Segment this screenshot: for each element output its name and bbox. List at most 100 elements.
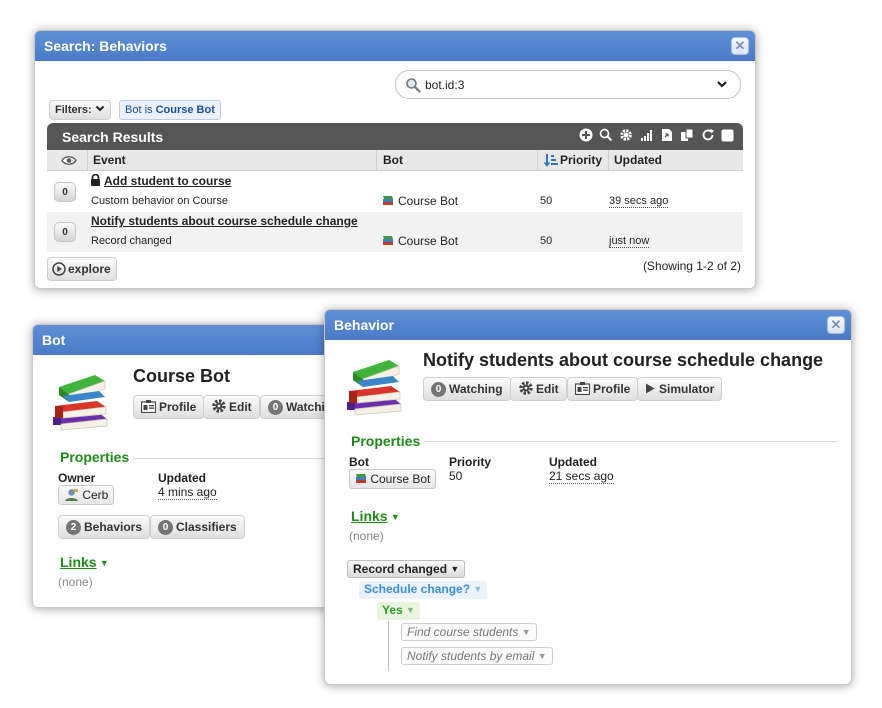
bot-value: Course Bot — [370, 472, 431, 486]
links-toggle[interactable]: Links ▼ — [60, 554, 109, 570]
search-results-title: Search Results — [62, 129, 164, 145]
refresh-icon[interactable] — [701, 128, 718, 145]
bot-label: Bot — [349, 455, 369, 469]
column-bot[interactable]: Bot — [383, 153, 403, 167]
watch-button[interactable]: 0 Watchi — [260, 395, 332, 419]
add-icon[interactable] — [579, 128, 596, 145]
search-icon[interactable] — [599, 128, 616, 145]
table-row[interactable]: 0 Notify students about course schedule … — [47, 212, 743, 252]
priority-label: Priority — [449, 455, 492, 469]
filter-chip-value: Course Bot — [155, 104, 215, 116]
column-priority[interactable]: Priority — [560, 153, 602, 167]
search-popup-title: Search: Behaviors — [44, 38, 167, 54]
chart-icon[interactable] — [640, 128, 657, 145]
links-toggle[interactable]: Links ▼ — [351, 508, 400, 524]
book-stack-icon — [49, 367, 113, 434]
row-priority: 50 — [540, 195, 553, 207]
classifiers-button[interactable]: 0 Classifiers — [150, 515, 245, 539]
updated-label: Updated — [158, 471, 206, 485]
caret-down-icon: ▼ — [537, 651, 547, 661]
owner-label: Owner — [58, 471, 96, 485]
behaviors-button[interactable]: 2 Behaviors — [58, 515, 151, 539]
bot-chip[interactable]: Course Bot — [349, 469, 437, 489]
owner-chip[interactable]: Cerb — [58, 485, 115, 505]
edit-button[interactable]: Edit — [510, 377, 567, 401]
eye-icon[interactable] — [61, 155, 77, 169]
caret-down-icon: ▼ — [473, 584, 483, 594]
chevron-down-icon — [95, 104, 105, 116]
watchers-count[interactable]: 0 — [54, 182, 76, 202]
watching-button[interactable]: 0 Watching — [423, 377, 511, 401]
simulator-label: Simulator — [659, 382, 715, 396]
explore-button[interactable]: explore — [47, 257, 117, 281]
tree-outcome-node[interactable]: Yes ▼ — [377, 602, 420, 620]
caret-down-icon: ▼ — [521, 627, 531, 637]
profile-label: Profile — [159, 400, 197, 414]
close-icon[interactable]: ✕ — [827, 316, 845, 334]
classifiers-label: Classifiers — [176, 520, 237, 534]
links-empty: (none) — [58, 575, 93, 589]
priority-value: 50 — [449, 469, 463, 483]
close-icon[interactable]: ✕ — [731, 37, 749, 55]
results-toolbar — [579, 128, 735, 145]
tree-trigger-node[interactable]: Record changed ▼ — [347, 560, 466, 578]
watch-label: Watchi — [286, 400, 325, 414]
play-icon — [645, 379, 655, 401]
watch-label: Watching — [449, 382, 503, 396]
bot-icon — [382, 235, 394, 249]
filter-chip-prefix: Bot is — [125, 104, 153, 116]
tree-action-node[interactable]: Notify students by email ▼ — [401, 647, 553, 665]
owner-value: Cerb — [82, 488, 109, 502]
behavior-description: Custom behavior on Course — [91, 195, 228, 207]
table-row[interactable]: 0 Add student to course Custom behavior … — [47, 172, 743, 212]
column-updated[interactable]: Updated — [614, 153, 662, 167]
filter-chip[interactable]: Bot is Course Bot — [119, 100, 221, 120]
bot-popup: Bot Course Bot Profile Edit 0 Watchi Prop… — [32, 324, 338, 608]
caret-down-icon: ▼ — [406, 605, 415, 615]
search-icon — [405, 77, 421, 93]
properties-heading: Properties — [351, 433, 421, 449]
tree-action-node[interactable]: Find course students ▼ — [401, 623, 537, 641]
row-updated: just now — [609, 235, 650, 248]
tree-branch-line — [388, 621, 389, 671]
behavior-link[interactable]: Notify students about course schedule ch… — [91, 214, 358, 228]
sort-descending-icon[interactable] — [543, 153, 558, 170]
results-count: (Showing 1-2 of 2) — [642, 259, 741, 273]
bot-icon — [355, 471, 367, 489]
properties-divider — [133, 458, 337, 459]
row-bot: Course Bot — [398, 234, 459, 248]
edit-label: Edit — [229, 400, 252, 414]
bot-name: Course Bot — [133, 366, 231, 386]
chevron-down-icon[interactable] — [716, 78, 728, 93]
profile-button[interactable]: Profile — [567, 377, 639, 401]
simulator-button[interactable]: Simulator — [637, 377, 723, 401]
export-icon[interactable] — [660, 128, 677, 145]
properties-heading: Properties — [60, 449, 130, 465]
select-all-checkbox[interactable] — [721, 129, 735, 145]
watch-count: 0 — [268, 400, 283, 415]
gear-icon[interactable] — [619, 128, 636, 145]
column-event[interactable]: Event — [93, 153, 126, 167]
behaviors-label: Behaviors — [84, 520, 143, 534]
behavior-description: Record changed — [91, 235, 172, 247]
search-popup-titlebar[interactable]: Search: Behaviors ✕ — [35, 31, 755, 61]
behavior-link[interactable]: Add student to course — [104, 174, 231, 188]
tree-decision-node[interactable]: Schedule change? ▼ — [359, 581, 488, 599]
lock-icon — [90, 173, 101, 189]
bot-popup-titlebar[interactable]: Bot — [33, 325, 337, 355]
row-updated: 39 secs ago — [609, 195, 669, 208]
profile-button[interactable]: Profile — [133, 395, 205, 419]
copy-icon[interactable] — [680, 128, 697, 145]
edit-label: Edit — [536, 382, 559, 396]
tree-action-label: Find course students — [407, 625, 519, 639]
behavior-name: Notify students about course schedule ch… — [423, 350, 824, 370]
filters-button[interactable]: Filters: — [49, 100, 111, 120]
behavior-popup-titlebar[interactable]: Behavior ✕ — [325, 310, 851, 340]
tree-outcome-label: Yes — [382, 603, 403, 617]
updated-value: 4 mins ago — [158, 485, 217, 500]
edit-button[interactable]: Edit — [203, 395, 260, 419]
watchers-count[interactable]: 0 — [54, 222, 76, 242]
play-icon — [52, 261, 66, 283]
search-input[interactable]: bot.id:3 — [395, 70, 741, 99]
gear-icon — [211, 398, 227, 421]
